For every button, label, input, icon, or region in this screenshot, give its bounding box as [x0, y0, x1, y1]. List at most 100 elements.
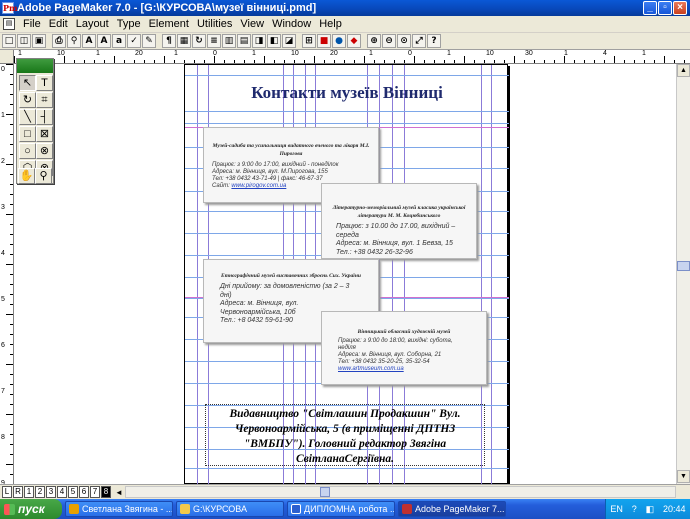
museum-card-kotsiubynsky[interactable]: Літературно-меморіальний музей класика у… [321, 183, 477, 259]
card-line: Працює: з 9:00 до 17:00, вихідний - поне… [212, 162, 339, 168]
edit-story-icon[interactable]: ✎ [142, 34, 156, 48]
frame-icon[interactable]: ▦ [177, 34, 191, 48]
menu-layout[interactable]: Layout [72, 18, 113, 30]
zoom-fit-icon[interactable]: ⤢ [412, 34, 426, 48]
rotate-icon[interactable]: ↻ [192, 34, 206, 48]
ruler-tick [6, 164, 13, 165]
ruler-tick [244, 60, 245, 63]
ruler-tick [144, 60, 145, 63]
font-a-icon[interactable]: A [82, 34, 96, 48]
print-icon[interactable]: ⎙ [52, 34, 66, 48]
ruler-tick [134, 60, 135, 63]
pdf-icon[interactable]: ◆ [347, 34, 361, 48]
zoom-in-icon[interactable]: ⊕ [367, 34, 381, 48]
close-button[interactable]: × [673, 1, 687, 15]
find-icon[interactable]: ⚲ [67, 34, 81, 48]
card-site-link[interactable]: www.pirogov.com.ua [231, 183, 286, 189]
ellipse-tool-icon[interactable]: ○ [19, 143, 36, 159]
color-icon[interactable]: ■ [317, 34, 331, 48]
unlock-icon[interactable]: ◧ [267, 34, 281, 48]
rectangle-tool-icon[interactable]: □ [19, 126, 36, 142]
zoom-100-icon[interactable]: ⊙ [397, 34, 411, 48]
ruler-tick [344, 60, 345, 63]
task-browser[interactable]: Светлана Звягина - ... [65, 501, 173, 517]
hand-tool-icon[interactable]: ✋ [18, 168, 35, 184]
scroll-up-arrow[interactable]: ▲ [677, 64, 690, 77]
rectangle-frame-tool-icon[interactable]: ⊠ [36, 126, 53, 142]
help-icon[interactable]: ? [427, 34, 441, 48]
page-tab-8[interactable]: 8 [101, 486, 111, 498]
tray-help-icon[interactable]: ? [632, 504, 637, 514]
toolbox-header[interactable] [17, 59, 53, 73]
menu-window[interactable]: Window [268, 18, 315, 30]
task-word[interactable]: ДИПЛОМНА робота ... [287, 501, 395, 517]
maximize-button[interactable]: ▫ [658, 1, 672, 15]
page-tab-1[interactable]: 1 [24, 486, 34, 498]
minimize-button[interactable]: _ [643, 1, 657, 15]
hyperlink-icon[interactable]: ● [332, 34, 346, 48]
line-tool-icon[interactable]: ╲ [19, 109, 36, 125]
ellipse-frame-tool-icon[interactable]: ⊗ [36, 143, 53, 159]
page-tab-5[interactable]: 5 [68, 486, 78, 498]
para-icon[interactable]: ¶ [162, 34, 176, 48]
ruler-tick [6, 264, 13, 265]
vertical-ruler[interactable]: 0123456789 [0, 64, 14, 487]
lock-icon[interactable]: ◨ [252, 34, 266, 48]
clock[interactable]: 20:44 [663, 504, 686, 514]
museum-card-art[interactable]: Вінницький обласний художній музей Працю… [321, 311, 487, 385]
ruler-label: 1 [18, 50, 22, 57]
menu-element[interactable]: Element [145, 18, 193, 30]
ungroup-icon[interactable]: ▤ [237, 34, 251, 48]
ruler-tick [194, 60, 195, 63]
ruler-origin[interactable] [0, 50, 14, 64]
menu-utilities[interactable]: Utilities [193, 18, 236, 30]
system-tray: EN ? ◧ 20:44 [605, 499, 690, 519]
zoom-tool-icon[interactable]: ⚲ [35, 168, 52, 184]
document-icon[interactable]: ▤ [3, 18, 15, 30]
horizontal-ruler[interactable]: 1 10 1 20 1 0 1 10 20 1 0 1 10 30 1 4 1 [14, 50, 690, 64]
menu-view[interactable]: View [236, 18, 268, 30]
open-icon[interactable]: ◫ [17, 34, 31, 48]
page-tab-3[interactable]: 3 [46, 486, 56, 498]
spell-check-icon[interactable]: ✓ [127, 34, 141, 48]
rotate-tool-icon[interactable]: ↻ [19, 92, 36, 108]
task-pagemaker[interactable]: Adobe PageMaker 7.... [398, 501, 506, 517]
horizontal-scroll-thumb[interactable] [320, 487, 330, 497]
page-tab-2[interactable]: 2 [35, 486, 45, 498]
text-wrap-icon[interactable]: ≡ [207, 34, 221, 48]
pointer-tool-icon[interactable]: ↖ [19, 75, 36, 91]
group-icon[interactable]: ▥ [222, 34, 236, 48]
zoom-out-icon[interactable]: ⊖ [382, 34, 396, 48]
new-icon[interactable]: □ [2, 34, 16, 48]
master-page-right[interactable]: R [13, 486, 23, 498]
task-folder[interactable]: G:\КУРСОВА [176, 501, 284, 517]
ruler-tick [524, 60, 525, 63]
place-icon[interactable]: ⊞ [302, 34, 316, 48]
save-icon[interactable]: ▣ [32, 34, 46, 48]
vertical-scrollbar[interactable]: ▲ ▼ [676, 64, 690, 484]
horizontal-scrollbar[interactable] [125, 486, 676, 498]
language-indicator[interactable]: EN [610, 504, 623, 514]
start-button[interactable]: пуск [0, 499, 62, 519]
menu-type[interactable]: Type [113, 18, 145, 30]
menu-help[interactable]: Help [315, 18, 346, 30]
mask-icon[interactable]: ◪ [282, 34, 296, 48]
page-tab-4[interactable]: 4 [57, 486, 67, 498]
scroll-down-arrow[interactable]: ▼ [677, 470, 690, 483]
master-page-left[interactable]: L [2, 486, 12, 498]
page-tab-7[interactable]: 7 [90, 486, 100, 498]
menu-file[interactable]: File [19, 18, 45, 30]
crop-tool-icon[interactable]: ⌗ [36, 92, 53, 108]
menu-edit[interactable]: Edit [45, 18, 72, 30]
publisher-textblock[interactable]: Видавництво "Світлашин Продакшин" Вул. Ч… [205, 404, 485, 466]
page-tab-6[interactable]: 6 [79, 486, 89, 498]
card-site-link[interactable]: www.artmuseum.com.ua [338, 366, 470, 373]
text-tool-icon[interactable]: T [36, 75, 53, 91]
vertical-scroll-thumb[interactable] [677, 261, 690, 271]
font-size-down-icon[interactable]: a [112, 34, 126, 48]
font-size-up-icon[interactable]: A [97, 34, 111, 48]
constrained-line-tool-icon[interactable]: ┤ [36, 109, 53, 125]
tray-network-icon[interactable]: ◧ [646, 504, 655, 515]
scroll-left-arrow[interactable]: ◄ [115, 488, 123, 497]
document-page[interactable]: Контакти музеїв Вінниці Музей-садиба та … [184, 64, 509, 485]
